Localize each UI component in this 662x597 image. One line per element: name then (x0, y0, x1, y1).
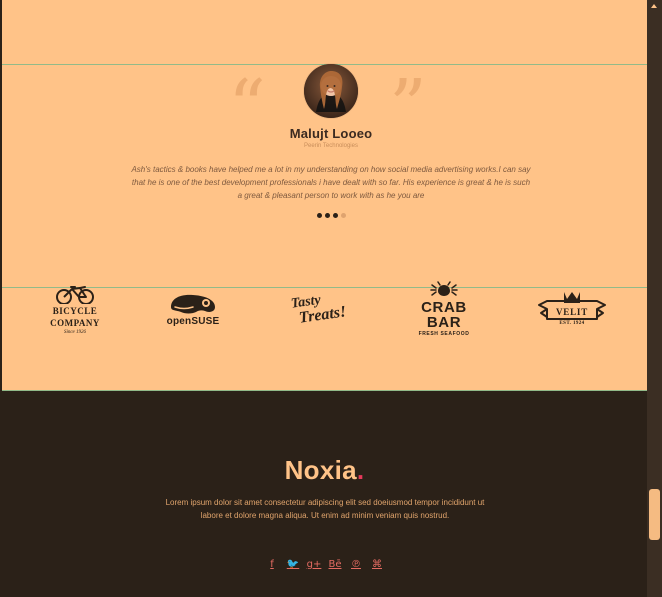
logo-velit-line1: VELIT (555, 307, 588, 317)
logo-bicycle-line2: COMPANY (50, 318, 100, 328)
logo-crab-line2: FRESH SEAFOOD (418, 331, 470, 337)
pinterest-icon[interactable]: ℗ (350, 559, 362, 571)
avatar (304, 64, 358, 118)
brand-accent: . (356, 455, 365, 485)
chameleon-icon (171, 294, 215, 314)
behance-icon[interactable]: Bē (329, 559, 342, 571)
pagination-dot[interactable] (325, 213, 330, 218)
google-plus-icon[interactable]: g+ (307, 559, 322, 571)
logo-bicycle-company: BICYCLE COMPANY Since 1926 (48, 284, 102, 335)
logo-crab-line1: CRAB BAR (421, 299, 467, 331)
pagination-dot[interactable] (317, 213, 322, 218)
instagram-icon[interactable]: ⌘ (371, 559, 383, 571)
logo-opensuse: openSUSE (160, 284, 226, 334)
pagination-dot[interactable] (333, 213, 338, 218)
logo-bicycle-line3: Since 1926 (63, 330, 87, 335)
logo-opensuse-text: openSUSE (166, 316, 220, 327)
testimonial-pagination (317, 213, 346, 218)
logo-bicycle-line1: BICYCLE (52, 306, 98, 316)
brand-name: Noxia (284, 455, 357, 485)
twitter-icon[interactable]: 🐦 (287, 559, 299, 571)
logo-tasty-treats: Tasty Treats! (282, 284, 356, 334)
logo-velit-line2: EST. 1924 (559, 321, 585, 326)
bicycle-icon (55, 286, 94, 304)
scroll-up-icon[interactable] (651, 4, 657, 8)
scrollbar-thumb[interactable] (649, 489, 660, 540)
testimonial-name: Malujt Looeo (289, 126, 373, 141)
footer-description: Lorem ipsum dolor sit amet consectetur a… (165, 498, 485, 520)
facebook-icon[interactable]: f (266, 559, 278, 571)
logo-velit: VELIT EST. 1924 (532, 284, 612, 334)
crab-icon (430, 281, 458, 296)
page: “ ” Malujt Looeo Peerin Technologies Ash… (0, 0, 662, 597)
pagination-dot[interactable] (341, 213, 346, 218)
social-links: f 🐦 g+ Bē ℗ ⌘ (2, 559, 647, 571)
footer-brand: Noxia. (2, 455, 647, 486)
testimonial-text: Ash's tactics & books have helped me a l… (131, 165, 531, 200)
footer: Noxia. Lorem ipsum dolor sit amet consec… (2, 391, 647, 597)
logo-crab-bar: CRAB BAR FRESH SEAFOOD (403, 281, 485, 337)
testimonial-company: Peerin Technologies (304, 143, 358, 149)
